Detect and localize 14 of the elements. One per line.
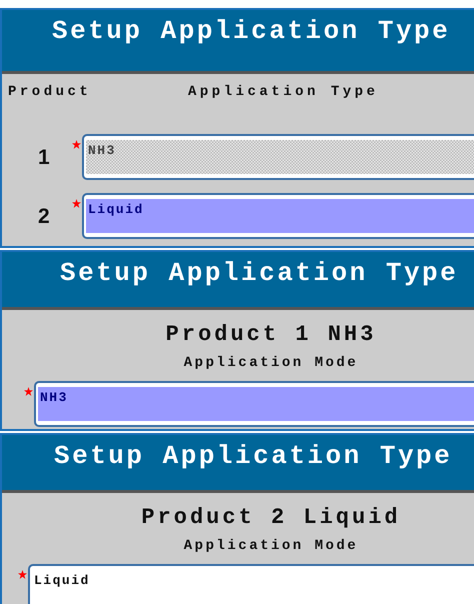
product-heading: Product 2 Liquid [140, 505, 402, 530]
input-field[interactable]: NH3 [34, 381, 474, 427]
row-number: 1 [38, 146, 51, 170]
product-heading: Product 1 NH3 [164, 322, 378, 347]
mode-label: Application Mode [182, 355, 360, 371]
panel-title: Setup Application Type [52, 16, 450, 46]
input-field[interactable]: Liquid [82, 193, 474, 239]
mode-label: Application Mode [182, 538, 360, 554]
panel-title: Setup Application Type [60, 258, 458, 288]
column-header: Application Type [188, 84, 380, 102]
row-number: 2 [38, 205, 51, 229]
input-field[interactable]: Liquid [28, 564, 474, 604]
column-header: Product [8, 84, 92, 102]
panel-title: Setup Application Type [54, 441, 452, 471]
